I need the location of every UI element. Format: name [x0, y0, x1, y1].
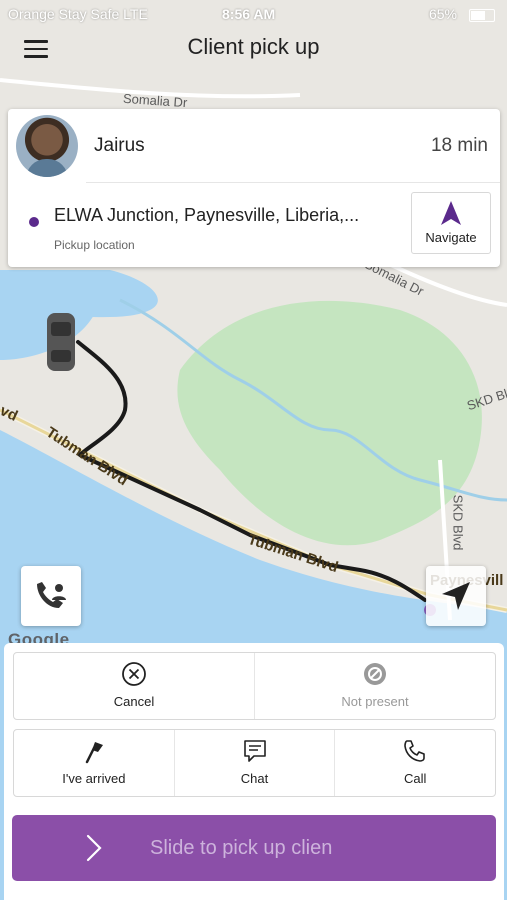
cancel-circle-x-icon — [122, 662, 146, 686]
chevron-right-icon — [86, 834, 102, 862]
phone-icon — [404, 740, 425, 762]
app-header: Client pick up — [0, 30, 507, 70]
eta-text: 18 min — [430, 135, 488, 156]
arrived-label: I've arrived — [62, 771, 126, 786]
call-button[interactable]: Call — [334, 730, 495, 796]
pickup-address: ELWA Junction, Paynesville, Liberia,... — [54, 205, 360, 225]
call-label: Call — [403, 771, 427, 786]
chat-bubble-icon — [243, 740, 266, 762]
recenter-location-button[interactable] — [426, 566, 486, 626]
block-icon — [364, 663, 386, 685]
arrived-button[interactable]: I've arrived — [14, 730, 174, 796]
client-avatar — [16, 115, 78, 177]
navigate-label: Navigate — [425, 230, 477, 245]
phone-person-icon — [37, 582, 66, 608]
car-marker-icon — [47, 313, 75, 371]
divider — [86, 182, 500, 183]
battery-percent: 65% — [428, 6, 457, 22]
status-time: 8:56 AM — [222, 6, 276, 22]
chat-label: Chat — [240, 771, 269, 786]
action-sheet: Cancel Not present I've arrived Chat Cal… — [4, 643, 504, 900]
navigation-arrow-icon — [441, 201, 461, 225]
page-title: Client pick up — [187, 34, 320, 59]
action-row-primary: Cancel Not present — [13, 652, 496, 720]
cancel-label: Cancel — [113, 694, 155, 709]
call-client-button[interactable] — [21, 566, 81, 626]
client-name: Jairus — [94, 135, 145, 156]
not-present-label: Not present — [341, 694, 409, 709]
chat-button[interactable]: Chat — [173, 730, 335, 796]
battery-icon — [469, 9, 495, 22]
client-card: Jairus 18 min ELWA Junction, Paynesville… — [8, 109, 500, 267]
pickup-label: Pickup location — [54, 238, 135, 252]
slide-to-pickup-button[interactable]: Slide to pick up clien — [12, 815, 496, 881]
action-row-secondary: I've arrived Chat Call — [13, 729, 496, 797]
pickup-dot-icon — [29, 217, 39, 227]
flag-icon — [85, 742, 103, 764]
carrier-text: Orange Stay Safe LTE — [8, 6, 148, 22]
location-arrow-icon — [442, 582, 470, 610]
road-label: SKD Blvd — [450, 494, 466, 551]
status-bar: Orange Stay Safe LTE 8:56 AM 65% — [0, 0, 507, 30]
not-present-button[interactable]: Not present — [254, 653, 495, 719]
navigate-button[interactable]: Navigate — [411, 192, 491, 254]
cancel-button[interactable]: Cancel — [14, 653, 254, 719]
slide-label: Slide to pick up clien — [150, 837, 333, 859]
